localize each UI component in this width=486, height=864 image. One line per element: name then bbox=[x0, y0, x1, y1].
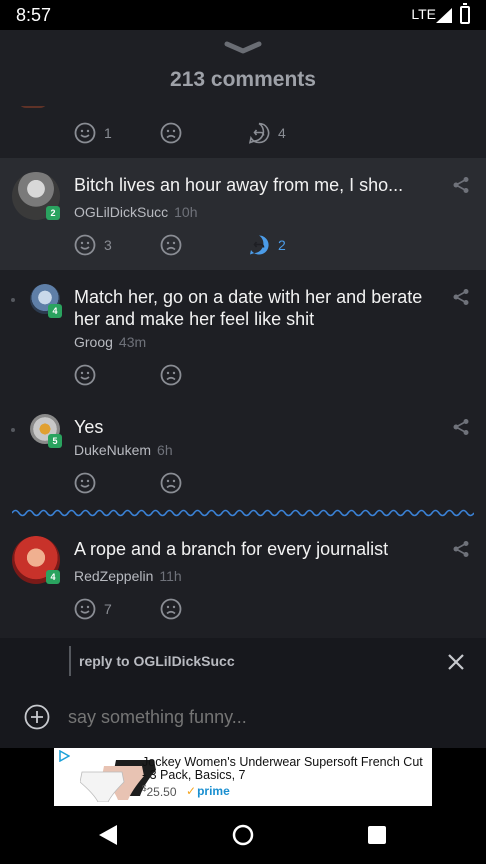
share-icon[interactable] bbox=[452, 540, 470, 558]
comments-count-title: 213 comments bbox=[170, 68, 316, 91]
frown-icon bbox=[160, 122, 182, 144]
comment-time: 10h bbox=[174, 204, 198, 220]
comment-actions bbox=[74, 472, 334, 498]
smile-icon bbox=[74, 598, 96, 620]
dislike-button[interactable] bbox=[160, 472, 182, 494]
prime-badge: ✓prime bbox=[186, 784, 230, 798]
close-icon[interactable] bbox=[446, 652, 466, 672]
comment-text: Bitch lives an hour away from me, I sho.… bbox=[74, 175, 404, 195]
comment-author[interactable]: Groog bbox=[74, 334, 113, 350]
comment-actions: 1 4 bbox=[74, 122, 334, 148]
status-bar: 8:57 LTE bbox=[0, 0, 486, 30]
system-nav-bar bbox=[0, 806, 486, 864]
comment-text: A rope and a branch for every journalist bbox=[74, 539, 389, 559]
home-icon[interactable] bbox=[232, 824, 254, 846]
thread-bullet bbox=[11, 298, 15, 302]
smile-icon bbox=[74, 472, 96, 494]
share-icon[interactable] bbox=[452, 176, 470, 194]
ad-price: $25.50 bbox=[142, 784, 177, 799]
comment-item[interactable]: 5 Yes DukeNukem 6h bbox=[0, 402, 486, 502]
network-type: LTE bbox=[411, 6, 436, 22]
comment-meta: OGLilDickSucc 10h bbox=[74, 204, 198, 220]
comment-time: 11h bbox=[159, 568, 182, 584]
comment-item[interactable]: 2 Bitch lives an hour away from me, I sh… bbox=[0, 158, 486, 270]
comment-time: 43m bbox=[118, 334, 147, 350]
comment-time: 6h bbox=[157, 442, 173, 458]
back-icon[interactable] bbox=[98, 824, 118, 846]
smile-icon bbox=[74, 234, 96, 256]
thread-bullet bbox=[11, 428, 15, 432]
comment-author[interactable]: RedZeppelin bbox=[74, 568, 153, 584]
comment-author[interactable]: OGLilDickSucc bbox=[74, 204, 168, 220]
smile-icon bbox=[74, 122, 96, 144]
signal-icon bbox=[436, 8, 452, 23]
level-badge: 4 bbox=[48, 304, 62, 318]
comment-meta: Groog 43m bbox=[74, 334, 146, 350]
comment-actions bbox=[74, 364, 334, 390]
reply-to-label: reply to OGLilDickSucc bbox=[79, 653, 235, 669]
comment-item[interactable]: 4 Match her, go on a date with her and b… bbox=[0, 270, 486, 402]
ad-title: Jockey Women's Underwear Supersoft Frenc… bbox=[142, 755, 423, 782]
status-time: 8:57 bbox=[16, 5, 52, 25]
reply-composer: reply to OGLilDickSucc bbox=[0, 638, 486, 748]
frown-icon bbox=[160, 234, 182, 256]
like-button[interactable] bbox=[74, 472, 96, 494]
dislike-button[interactable] bbox=[160, 364, 182, 386]
like-button[interactable] bbox=[74, 364, 96, 386]
check-icon: ✓ bbox=[186, 784, 197, 798]
frown-icon bbox=[160, 598, 182, 620]
comment-meta: DukeNukem 6h bbox=[74, 442, 173, 458]
level-badge: 5 bbox=[48, 434, 62, 448]
comment-input[interactable] bbox=[68, 704, 428, 730]
level-badge: 2 bbox=[46, 206, 60, 220]
like-count: 3 bbox=[104, 237, 112, 253]
comment-actions: 7 bbox=[74, 598, 334, 624]
like-button[interactable]: 7 bbox=[74, 598, 112, 620]
reply-count: 2 bbox=[278, 237, 286, 253]
new-comments-divider bbox=[12, 509, 474, 517]
battery-icon bbox=[460, 3, 470, 24]
comment-author[interactable]: DukeNukem bbox=[74, 442, 151, 458]
comment-text: Match her, go on a date with her and ber… bbox=[74, 287, 423, 329]
reply-icon bbox=[250, 235, 269, 255]
smile-icon bbox=[74, 364, 96, 386]
ad-choices-icon[interactable] bbox=[58, 750, 70, 762]
recents-icon[interactable] bbox=[368, 826, 386, 844]
like-button[interactable]: 1 bbox=[74, 122, 112, 144]
like-count: 7 bbox=[104, 601, 112, 617]
add-circle-icon[interactable] bbox=[24, 704, 50, 730]
like-count: 1 bbox=[104, 125, 112, 141]
level-badge: 4 bbox=[46, 570, 60, 584]
frown-icon bbox=[160, 364, 182, 386]
ad-banner[interactable]: Jockey Women's Underwear Supersoft Frenc… bbox=[54, 748, 432, 806]
comment-actions: 3 2 bbox=[74, 234, 334, 260]
frown-icon bbox=[160, 472, 182, 494]
dislike-button[interactable] bbox=[160, 234, 182, 256]
chevron-down-icon[interactable] bbox=[223, 40, 263, 56]
dislike-button[interactable] bbox=[160, 122, 182, 144]
reply-icon bbox=[248, 122, 270, 144]
sheet-header: 213 comments bbox=[0, 30, 486, 106]
reply-quote-line bbox=[69, 646, 71, 676]
reply-button[interactable]: 4 bbox=[248, 122, 286, 144]
comment-item[interactable]: 4 A rope and a branch for every journali… bbox=[0, 522, 486, 634]
share-icon[interactable] bbox=[452, 418, 470, 436]
comment-text: Yes bbox=[74, 417, 104, 437]
like-button[interactable]: 3 bbox=[74, 234, 112, 256]
dislike-button[interactable] bbox=[160, 598, 182, 620]
reply-button[interactable]: 2 bbox=[248, 234, 286, 256]
share-icon[interactable] bbox=[452, 288, 470, 306]
reply-count: 4 bbox=[278, 125, 286, 141]
comment-meta: RedZeppelin 11h bbox=[74, 568, 182, 584]
